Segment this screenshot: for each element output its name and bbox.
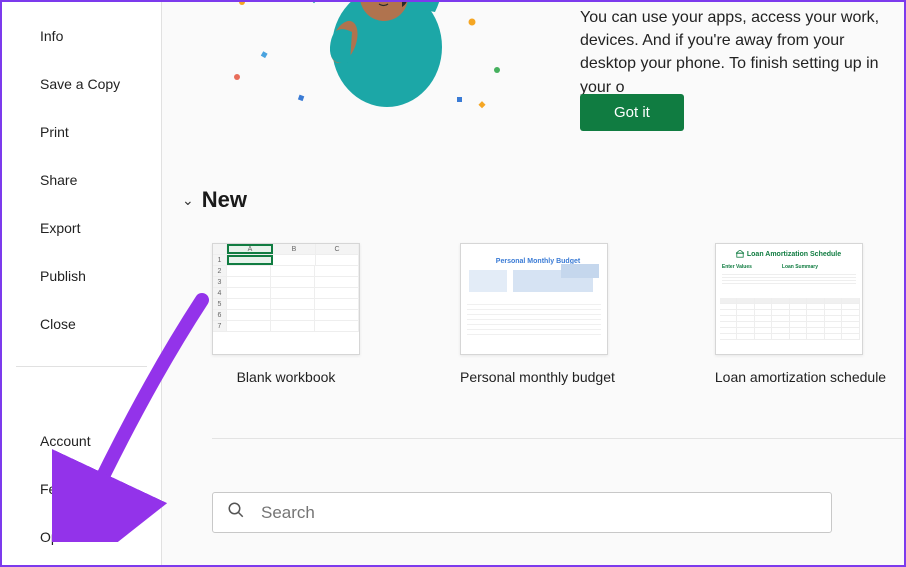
main-panel: You can use your apps, access your work,…: [162, 2, 904, 565]
search-input[interactable]: [261, 503, 817, 523]
new-section: ⌄ New ABC 1 2 3 4 5 6 7 Blank workbook: [182, 187, 904, 385]
template-thumb-budget: Personal Monthly Budget: [460, 243, 608, 355]
sidebar-item-share[interactable]: Share: [2, 156, 161, 204]
got-it-button[interactable]: Got it: [580, 94, 684, 131]
setup-banner: You can use your apps, access your work,…: [162, 2, 904, 162]
banner-text: You can use your apps, access your work,…: [580, 6, 904, 99]
sidebar-item-export[interactable]: Export: [2, 204, 161, 252]
backstage-sidebar: Info Save a Copy Print Share Export Publ…: [2, 2, 162, 565]
sidebar-separator: [16, 366, 147, 367]
sidebar-item-save-a-copy[interactable]: Save a Copy: [2, 60, 161, 108]
template-personal-monthly-budget[interactable]: Personal Monthly Budget Personal mont: [460, 243, 615, 385]
template-label: Loan amortization schedule: [715, 369, 886, 385]
chevron-down-icon[interactable]: ⌄: [182, 192, 194, 209]
section-divider: [212, 438, 904, 439]
sidebar-item-options[interactable]: Options: [2, 513, 161, 561]
template-thumb-blank: ABC 1 2 3 4 5 6 7: [212, 243, 360, 355]
sidebar-item-publish[interactable]: Publish: [2, 252, 161, 300]
sidebar-item-info[interactable]: Info: [2, 12, 161, 60]
search-icon: [227, 501, 245, 524]
banner-illustration: [202, 2, 572, 142]
template-blank-workbook[interactable]: ABC 1 2 3 4 5 6 7 Blank workbook: [212, 243, 360, 385]
sidebar-item-account[interactable]: Account: [2, 417, 161, 465]
template-list: ABC 1 2 3 4 5 6 7 Blank workbook Persona…: [182, 243, 904, 385]
template-loan-amortization[interactable]: Loan Amortization Schedule Enter Values …: [715, 243, 886, 385]
section-title-new: New: [202, 187, 247, 213]
sidebar-item-print[interactable]: Print: [2, 108, 161, 156]
sidebar-item-feedback[interactable]: Feedback: [2, 465, 161, 513]
search-box[interactable]: [212, 492, 832, 533]
template-label: Blank workbook: [212, 369, 360, 385]
sidebar-item-close[interactable]: Close: [2, 300, 161, 348]
template-label: Personal monthly budget: [460, 369, 615, 385]
template-thumb-loan: Loan Amortization Schedule Enter Values …: [715, 243, 863, 355]
